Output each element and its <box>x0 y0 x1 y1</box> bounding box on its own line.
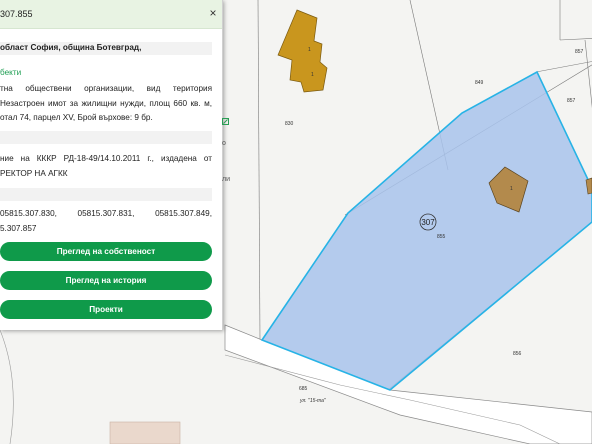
neighbor-parcels: 05815.307.830, 05815.307.831, 05815.307.… <box>0 209 212 233</box>
description-text: тна обществени организации, вид територи… <box>0 84 212 122</box>
panel-header: 307.855 × <box>0 0 222 29</box>
separator-bar-2 <box>0 188 212 201</box>
label-830: 830 <box>285 121 294 127</box>
parcel-info-panel: 307.855 × област София, община Ботевград… <box>0 0 223 330</box>
panel-title: 307.855 <box>0 9 33 19</box>
label-857-right: 857 <box>567 98 576 104</box>
building-num-b: 1 <box>311 72 314 78</box>
label-street: ул. "15-та" <box>299 398 326 404</box>
parcel-number: 307 <box>421 218 435 227</box>
order-text: ние на КККР РД-18-49/14.10.2011 г., изда… <box>0 154 212 178</box>
label-855: 855 <box>437 234 446 240</box>
address-text: област София, община Ботевград, <box>0 43 142 52</box>
building-num-a: 1 <box>308 47 311 53</box>
separator-bar-1 <box>0 131 212 144</box>
projects-button[interactable]: Проекти <box>0 300 212 319</box>
side-tool-2[interactable]: ли <box>222 176 230 183</box>
label-685: 685 <box>299 386 308 392</box>
label-857-top: 857 <box>575 49 584 55</box>
building-num-c: 1 <box>510 186 513 192</box>
label-849: 849 <box>475 80 484 86</box>
building-bottom <box>109 421 181 444</box>
close-icon[interactable]: × <box>206 6 220 20</box>
side-tool-1[interactable]: о <box>222 140 230 147</box>
view-ownership-button[interactable]: Преглед на собственост <box>0 242 212 261</box>
objects-link[interactable]: бекти <box>0 66 212 81</box>
side-tool-icon[interactable] <box>222 118 230 127</box>
view-history-button[interactable]: Преглед на история <box>0 271 212 290</box>
label-856: 856 <box>513 351 522 357</box>
